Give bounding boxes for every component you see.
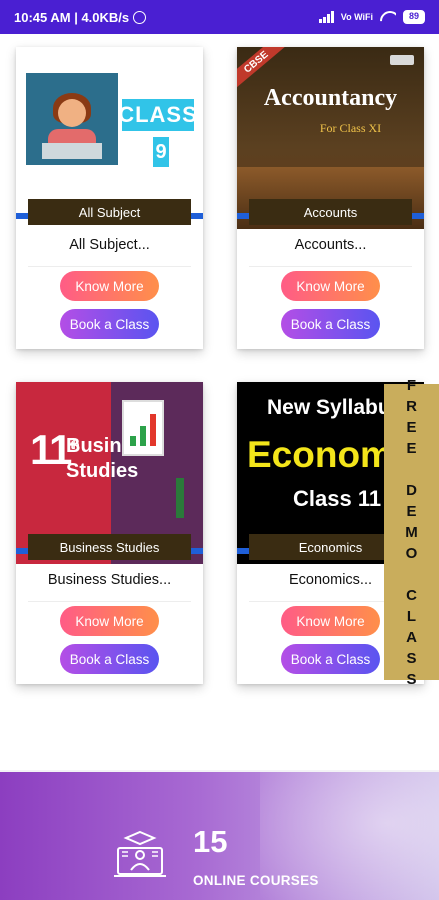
demo-tab-letter: E	[406, 502, 417, 520]
teacher-illustration	[26, 73, 118, 165]
demo-tab-letter	[409, 459, 413, 480]
free-demo-class-tab[interactable]: FREE DEMO CLASS	[384, 377, 439, 688]
wifi-icon	[380, 11, 396, 23]
plant-illustration	[176, 478, 184, 518]
online-course-icon	[114, 830, 166, 877]
thumb-line-1: New Syllabus	[267, 396, 403, 419]
know-more-button[interactable]: Know More	[60, 271, 159, 301]
whatsapp-icon	[133, 10, 147, 24]
class-word: CLASS	[118, 99, 197, 131]
battery-icon: 89	[402, 10, 425, 24]
demo-tab-letter	[409, 564, 413, 585]
status-time: 10:45 AM | 4.0KB/s	[14, 9, 130, 25]
category-badge: Accounts	[249, 199, 412, 225]
book-title: Accountancy	[263, 85, 398, 111]
course-card-accounts[interactable]: CBSE Accountancy For Class XI Accounts A…	[237, 47, 424, 349]
status-bar: 10:45 AM | 4.0KB/s Vo WiFi 89	[0, 0, 439, 34]
courses-count: 15	[193, 824, 228, 859]
book-class-button[interactable]: Book a Class	[281, 309, 380, 339]
course-card-business-studies[interactable]: 11th Business Studies Business Studies B…	[16, 382, 203, 684]
courses-label: ONLINE COURSES	[193, 873, 319, 888]
demo-tab-letter: E	[406, 439, 417, 457]
board-label: CBSE	[237, 47, 288, 90]
divider	[28, 266, 191, 267]
demo-tab-letter: D	[406, 481, 417, 499]
category-badge: All Subject	[28, 199, 191, 225]
book-class-button[interactable]: Book a Class	[60, 309, 159, 339]
category-badge: Business Studies	[28, 534, 191, 560]
chart-board-illustration	[122, 400, 164, 456]
demo-tab-letter: S	[406, 649, 417, 667]
book-class-button[interactable]: Book a Class	[60, 644, 159, 674]
know-more-button[interactable]: Know More	[281, 271, 380, 301]
divider	[28, 601, 191, 602]
course-title: All Subject...	[69, 237, 150, 253]
demo-tab-letter: R	[406, 397, 417, 415]
demo-tab-letter: M	[405, 523, 418, 541]
demo-tab-letter: C	[406, 586, 417, 604]
demo-tab-letter: S	[406, 670, 417, 688]
demo-tab-letter: E	[406, 418, 417, 436]
publisher-logo	[390, 55, 414, 65]
demo-tab-letter: L	[406, 607, 417, 625]
course-title: Accounts...	[294, 237, 367, 253]
know-more-button[interactable]: Know More	[60, 606, 159, 636]
divider	[249, 266, 412, 267]
book-subtitle: For Class XI	[319, 121, 382, 135]
stats-banner: 15 ONLINE COURSES	[0, 772, 439, 900]
demo-tab-letter: F	[406, 376, 417, 394]
demo-tab-letter: O	[405, 544, 418, 562]
course-grid: CLASS 9 All Subject All Subject... Know …	[0, 34, 439, 770]
thumb-line-3: Class 11	[293, 486, 382, 511]
network-label: Vo WiFi	[340, 12, 373, 22]
book-class-button[interactable]: Book a Class	[281, 644, 380, 674]
know-more-button[interactable]: Know More	[281, 606, 380, 636]
demo-tab-letter: A	[406, 628, 417, 646]
class-number: 9	[153, 137, 169, 167]
course-title: Business Studies...	[47, 572, 172, 588]
signal-icon	[318, 11, 334, 23]
course-card-all-subject[interactable]: CLASS 9 All Subject All Subject... Know …	[16, 47, 203, 349]
